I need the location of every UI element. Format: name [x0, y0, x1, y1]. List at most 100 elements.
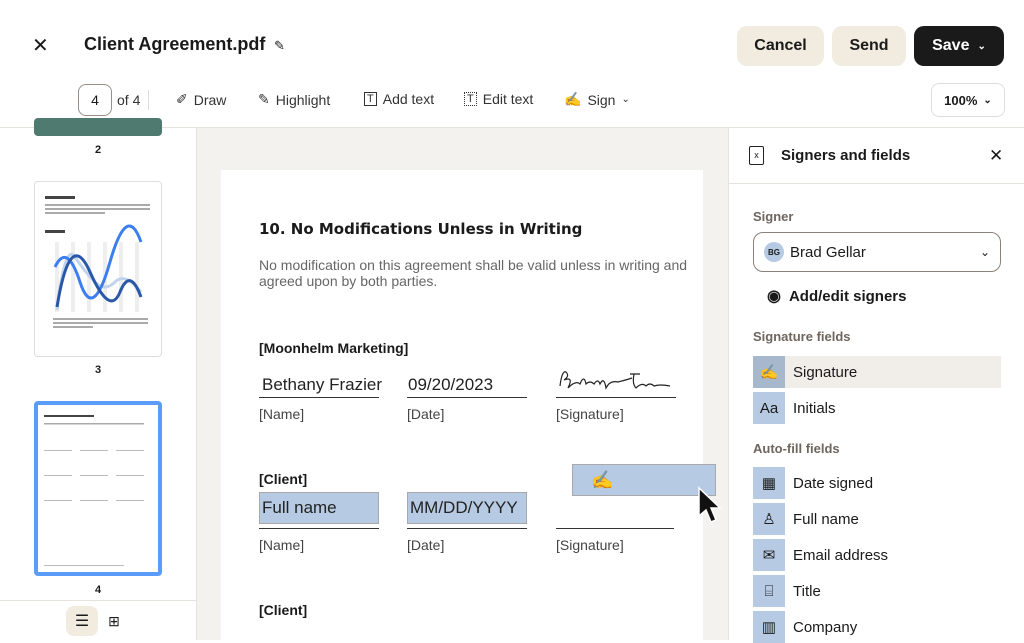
- signature-pen-icon: ✍: [753, 356, 785, 388]
- document-fields-icon: x: [749, 146, 764, 165]
- highlight-label: Highlight: [275, 91, 331, 108]
- cancel-button[interactable]: Cancel: [737, 26, 824, 66]
- field-item-full-name[interactable]: ♙ Full name: [753, 503, 1001, 535]
- edit-title-icon[interactable]: ✎: [274, 38, 285, 54]
- field-item-title[interactable]: ⌸ Title: [753, 575, 1001, 607]
- signer-name: Brad Gellar: [790, 243, 866, 261]
- party-label: [Moonhelm Marketing]: [259, 340, 409, 356]
- signers-panel: x Signers and fields ✕ Signer BG Brad Ge…: [728, 128, 1024, 643]
- add-edit-label: Add/edit signers: [788, 287, 907, 305]
- panel-title: Signers and fields: [781, 147, 911, 164]
- page-number-input[interactable]: 4: [78, 84, 112, 116]
- add-edit-signers-button[interactable]: ◉ Add/edit signers: [767, 286, 907, 306]
- date-field[interactable]: MM/DD/YYYY: [407, 492, 527, 524]
- edit-text-icon: T: [464, 92, 477, 106]
- zoom-dropdown[interactable]: 100% ⌄: [931, 83, 1005, 117]
- field-label: Date signed: [793, 474, 874, 492]
- document-title: Client Agreement.pdf: [84, 34, 266, 54]
- signature-label: [Signature]: [556, 537, 624, 553]
- add-text-tool[interactable]: T Add text: [364, 91, 434, 107]
- signature-line: [259, 528, 379, 529]
- divider: [148, 90, 149, 110]
- section-heading: 10. No Modifications Unless in Writing: [259, 220, 583, 238]
- thumbnail-page-3[interactable]: [34, 181, 162, 357]
- signature-line: [259, 397, 379, 398]
- close-panel-icon[interactable]: ✕: [989, 146, 1003, 166]
- signature-line: [407, 397, 527, 398]
- field-label: Signature: [793, 363, 858, 381]
- signed-date-value: 09/20/2023: [408, 375, 494, 394]
- chevron-down-icon: ⌄: [621, 94, 630, 105]
- field-item-email[interactable]: ✉ Email address: [753, 539, 1001, 571]
- building-icon: ▥: [753, 611, 785, 643]
- thumbnail-page-4-selected[interactable]: [34, 401, 162, 576]
- party-label: [Client]: [259, 602, 308, 618]
- thumbnail-sidebar: 2 3 4 ☰ ⊞: [0, 118, 197, 640]
- date-label: [Date]: [407, 537, 445, 553]
- signer-name-value: Bethany Frazier: [262, 375, 382, 394]
- name-label: [Name]: [259, 406, 305, 422]
- thumbnail-label: 4: [94, 584, 102, 596]
- field-label: Company: [793, 618, 858, 636]
- highlighter-icon: ✎: [258, 91, 270, 107]
- divider: [729, 183, 1024, 184]
- name-label: [Name]: [259, 537, 305, 553]
- list-view-button[interactable]: ☰: [66, 606, 98, 636]
- signer-dropdown[interactable]: BG Brad Gellar ⌄: [753, 232, 1001, 272]
- field-item-signature[interactable]: ✍ Signature: [753, 356, 1001, 388]
- close-icon[interactable]: ✕: [32, 36, 49, 56]
- signature-pen-icon: ✍: [591, 469, 614, 490]
- add-text-label: Add text: [382, 91, 435, 107]
- page-count: of 4: [117, 92, 141, 108]
- send-button[interactable]: Send: [832, 26, 906, 66]
- signature-pen-icon: ✍: [564, 91, 582, 107]
- signature-field-dragging[interactable]: ✍: [572, 464, 716, 496]
- person-icon: ♙: [753, 503, 785, 535]
- date-label: [Date]: [407, 406, 445, 422]
- sign-label: Sign: [587, 91, 616, 108]
- party-label: [Client]: [259, 471, 308, 487]
- add-text-icon: T: [364, 92, 377, 106]
- signature-line: [407, 528, 527, 529]
- sign-tool-dropdown[interactable]: ✍ Sign ⌄: [564, 91, 630, 108]
- envelope-icon: ✉: [753, 539, 785, 571]
- full-name-field[interactable]: Full name: [259, 492, 379, 524]
- zoom-value: 100%: [944, 92, 978, 108]
- grid-view-button[interactable]: ⊞: [104, 606, 124, 636]
- field-item-date-signed[interactable]: ▦ Date signed: [753, 467, 1001, 499]
- signer-label: Signer: [753, 209, 794, 224]
- signature-line: [556, 397, 676, 398]
- draw-icon: ✐: [176, 91, 188, 107]
- signature-label: [Signature]: [556, 406, 624, 422]
- avatar: BG: [764, 242, 784, 262]
- section-body: No modification on this agreement shall …: [259, 257, 688, 289]
- page-4-preview: [44, 415, 144, 566]
- edit-text-label: Edit text: [482, 91, 534, 107]
- edit-text-tool[interactable]: T Edit text: [464, 91, 533, 107]
- chevron-down-icon: ⌄: [979, 245, 990, 259]
- user-circle-icon: ◉: [767, 288, 781, 305]
- handwritten-signature: [559, 371, 671, 390]
- signature-fields-label: Signature fields: [753, 329, 851, 344]
- page-3-preview: [45, 196, 150, 328]
- field-item-initials[interactable]: Aa Initials: [753, 392, 1001, 424]
- signature-line: [556, 528, 674, 529]
- field-label: Title: [793, 582, 821, 600]
- auto-fill-fields-label: Auto-fill fields: [753, 441, 840, 456]
- highlight-tool[interactable]: ✎ Highlight: [258, 91, 330, 108]
- save-label: Save: [932, 37, 970, 54]
- divider: [0, 600, 196, 601]
- draw-label: Draw: [193, 91, 227, 108]
- initials-icon: Aa: [753, 392, 785, 424]
- field-label: Initials: [793, 399, 836, 417]
- field-label: Email address: [793, 546, 889, 564]
- field-label: Full name: [793, 510, 859, 528]
- save-button[interactable]: Save ⌄: [914, 26, 1004, 66]
- document-page: [221, 170, 703, 640]
- field-item-company[interactable]: ▥ Company: [753, 611, 1001, 643]
- draw-tool[interactable]: ✐ Draw: [176, 91, 226, 108]
- thumbnail-label: 3: [94, 364, 102, 376]
- thumbnail-page-2[interactable]: [34, 118, 162, 136]
- calendar-icon: ▦: [753, 467, 785, 499]
- chevron-down-icon: ⌄: [983, 94, 992, 106]
